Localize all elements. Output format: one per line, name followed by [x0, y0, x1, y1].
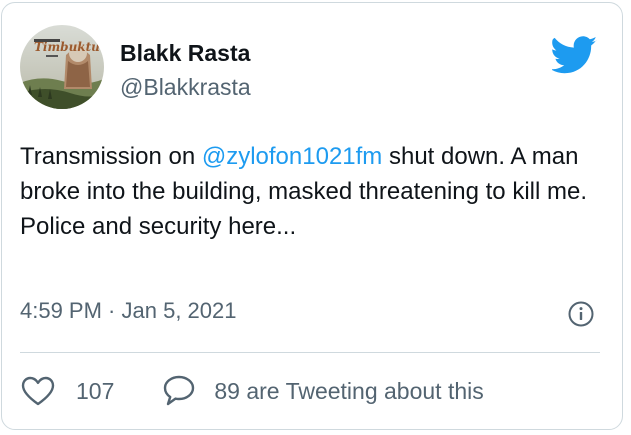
divider — [20, 352, 600, 353]
tweet-card[interactable]: Timbuktu Blakk Rasta @Blakkrasta Transmi… — [1, 2, 623, 430]
like-count: 107 — [76, 377, 115, 404]
actions-bar: 107 89 are Tweeting about this — [20, 373, 484, 409]
tweet-date: Jan 5, 2021 — [121, 298, 237, 323]
speech-bubble-icon[interactable] — [162, 375, 196, 407]
reply-button[interactable]: 89 are Tweeting about this — [162, 375, 484, 407]
mention-link[interactable]: @zylofon1021fm — [202, 143, 382, 170]
author-handle[interactable]: @Blakkrasta — [120, 73, 251, 101]
avatar-image-icon: Timbuktu — [20, 25, 104, 109]
separator-dot: · — [101, 298, 122, 323]
svg-text:Timbuktu: Timbuktu — [34, 40, 100, 54]
tweet-text-part: Transmission on — [20, 143, 202, 170]
heart-icon[interactable] — [20, 375, 56, 407]
tweet-time: 4:59 PM — [20, 298, 102, 323]
twitter-bird-icon[interactable] — [552, 36, 598, 74]
author-display-name[interactable]: Blakk Rasta — [120, 39, 251, 67]
info-icon[interactable] — [568, 301, 594, 327]
like-button[interactable]: 107 — [20, 375, 114, 407]
author-block: Blakk Rasta @Blakkrasta — [120, 39, 251, 101]
tweet-timestamp[interactable]: 4:59 PM · Jan 5, 2021 — [20, 297, 236, 325]
reply-summary: 89 are Tweeting about this — [214, 377, 484, 404]
tweet-text: Transmission on @zylofon1021fm shut down… — [20, 139, 612, 244]
author-avatar[interactable]: Timbuktu — [20, 25, 104, 109]
